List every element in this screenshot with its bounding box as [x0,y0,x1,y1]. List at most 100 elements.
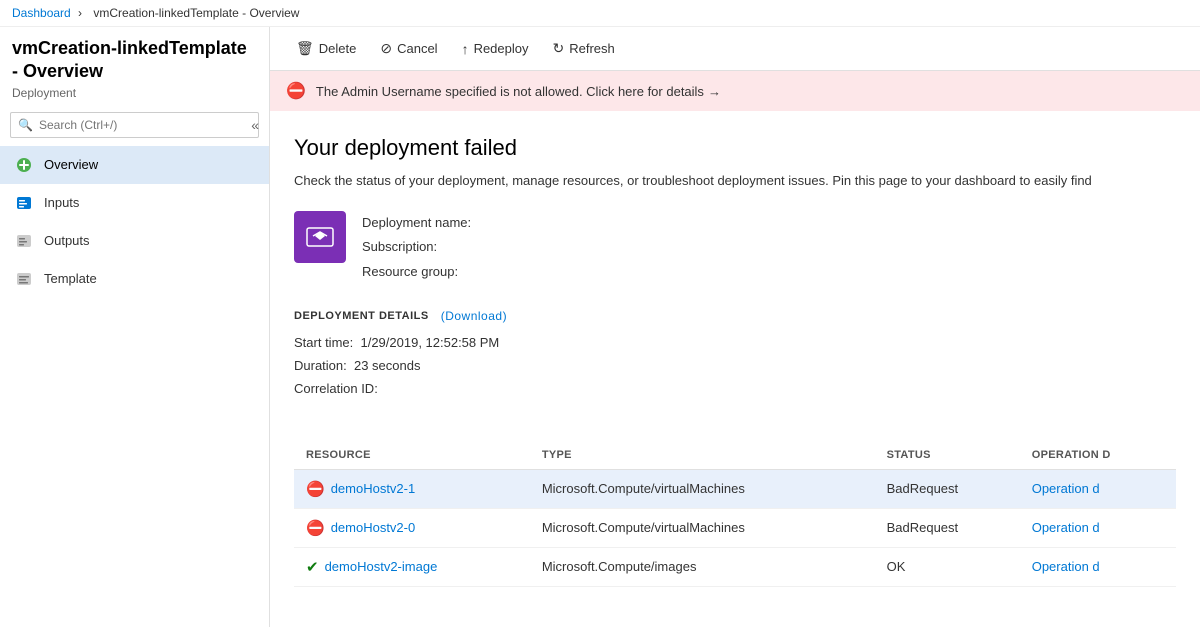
cell-status: BadRequest [875,469,1020,508]
deployment-content: Your deployment failed Check the status … [270,111,1200,433]
cell-type: Microsoft.Compute/images [530,547,875,586]
resource-link[interactable]: demoHostv2-1 [331,481,416,496]
col-resource: RESOURCE [294,441,530,470]
breadcrumb: Dashboard › vmCreation-linkedTemplate - … [0,0,1200,27]
alert-arrow: → [708,84,721,99]
sidebar-item-outputs[interactable]: Outputs [0,222,269,260]
duration-value: 23 seconds [354,358,421,373]
table-row[interactable]: ⛔ demoHostv2-0 Microsoft.Compute/virtual… [294,508,1176,547]
deployment-name-label: Deployment name: [362,215,471,230]
status-icon: ⛔ demoHostv2-0 [306,519,415,537]
refresh-icon: ↻ [553,40,565,57]
resource-link[interactable]: demoHostv2-0 [331,520,416,535]
sidebar: vmCreation-linkedTemplate - Overview Dep… [0,27,270,627]
template-icon [14,269,34,289]
resource-table: RESOURCE TYPE STATUS OPERATION D ⛔ demoH… [294,441,1176,587]
sidebar-item-inputs[interactable]: Inputs [0,184,269,222]
cell-operation: Operation d [1020,508,1176,547]
sidebar-item-outputs-label: Outputs [44,233,90,248]
cancel-button[interactable]: ⊘ Cancel [370,35,447,62]
cell-type: Microsoft.Compute/virtualMachines [530,469,875,508]
table-row[interactable]: ⛔ demoHostv2-1 Microsoft.Compute/virtual… [294,469,1176,508]
sidebar-item-overview-label: Overview [44,157,98,172]
overview-icon [14,155,34,175]
table-body: ⛔ demoHostv2-1 Microsoft.Compute/virtual… [294,469,1176,586]
delete-label: Delete [319,41,357,56]
page-subtitle: Deployment [12,86,257,100]
cell-resource: ⛔ demoHostv2-1 [294,469,530,508]
cell-type: Microsoft.Compute/virtualMachines [530,508,875,547]
search-bar: 🔍 « [0,104,269,146]
delete-button[interactable]: 🗑 Delete [286,35,366,62]
error-icon: ⛔ [306,480,325,498]
deployment-icon [294,211,346,263]
sidebar-item-overview[interactable]: Overview [0,146,269,184]
duration-label: Duration: [294,358,347,373]
deployment-fields: Deployment name: Subscription: Resource … [362,211,471,285]
status-icon: ✔ demoHostv2-image [306,558,437,576]
sidebar-item-inputs-label: Inputs [44,195,79,210]
sidebar-item-template[interactable]: Template [0,260,269,298]
content-area: 🗑 Delete ⊘ Cancel ↑ Redeploy ↻ Refresh [270,27,1200,627]
cell-status: BadRequest [875,508,1020,547]
redeploy-label: Redeploy [474,41,529,56]
breadcrumb-dashboard[interactable]: Dashboard [12,6,71,20]
search-input[interactable] [10,112,259,138]
details-header: DEPLOYMENT DETAILS (Download) [294,309,1176,323]
resource-link[interactable]: demoHostv2-image [325,559,438,574]
details-header-text: DEPLOYMENT DETAILS [294,310,429,322]
deployment-name-row: Deployment name: [362,211,471,236]
toolbar: 🗑 Delete ⊘ Cancel ↑ Redeploy ↻ Refresh [270,27,1200,71]
alert-error-icon: ⛔ [286,81,306,101]
col-operation: OPERATION D [1020,441,1176,470]
correlation-row: Correlation ID: [294,377,1176,400]
deployment-details: DEPLOYMENT DETAILS (Download) Start time… [294,309,1176,401]
operation-link[interactable]: Operation d [1032,520,1100,535]
breadcrumb-sep1: › [75,6,86,20]
start-time-row: Start time: 1/29/2019, 12:52:58 PM [294,331,1176,354]
refresh-button[interactable]: ↻ Refresh [543,35,625,62]
col-type: TYPE [530,441,875,470]
cell-resource: ⛔ demoHostv2-0 [294,508,530,547]
cancel-icon: ⊘ [380,40,392,57]
outputs-icon [14,231,34,251]
download-link[interactable]: (Download) [441,309,507,323]
success-icon: ✔ [306,558,319,576]
deployment-resourcegroup-row: Resource group: [362,260,471,285]
redeploy-button[interactable]: ↑ Redeploy [452,36,539,62]
table-header: RESOURCE TYPE STATUS OPERATION D [294,441,1176,470]
start-time-label: Start time: [294,335,353,350]
start-time-value: 1/29/2019, 12:52:58 PM [360,335,499,350]
duration-row: Duration: 23 seconds [294,354,1176,377]
cell-resource: ✔ demoHostv2-image [294,547,530,586]
cell-operation: Operation d [1020,547,1176,586]
table-wrapper: RESOURCE TYPE STATUS OPERATION D ⛔ demoH… [270,433,1200,603]
page-header: vmCreation-linkedTemplate - Overview Dep… [0,27,269,104]
breadcrumb-current: vmCreation-linkedTemplate - Overview [93,6,299,20]
inputs-icon [14,193,34,213]
status-icon: ⛔ demoHostv2-1 [306,480,415,498]
redeploy-icon: ↑ [462,41,469,57]
error-icon: ⛔ [306,519,325,537]
deployment-subscription-label: Subscription: [362,239,437,254]
refresh-label: Refresh [569,41,615,56]
nav-items: Overview Inputs [0,146,269,627]
operation-link[interactable]: Operation d [1032,559,1100,574]
alert-banner[interactable]: ⛔ The Admin Username specified is not al… [270,71,1200,111]
trash-icon: 🗑 [296,40,314,57]
cell-status: OK [875,547,1020,586]
deployment-subscription-row: Subscription: [362,235,471,260]
table-row[interactable]: ✔ demoHostv2-image Microsoft.Compute/ima… [294,547,1176,586]
cell-operation: Operation d [1020,469,1176,508]
operation-link[interactable]: Operation d [1032,481,1100,496]
correlation-label: Correlation ID: [294,381,378,396]
deployment-description: Check the status of your deployment, man… [294,171,1176,191]
col-status: STATUS [875,441,1020,470]
deployment-heading: Your deployment failed [294,135,1176,161]
search-icon: 🔍 [18,118,33,132]
sidebar-item-template-label: Template [44,271,97,286]
collapse-button[interactable]: « [251,117,259,133]
cancel-label: Cancel [397,41,437,56]
page-title: vmCreation-linkedTemplate - Overview [12,37,257,84]
deployment-resourcegroup-label: Resource group: [362,264,458,279]
